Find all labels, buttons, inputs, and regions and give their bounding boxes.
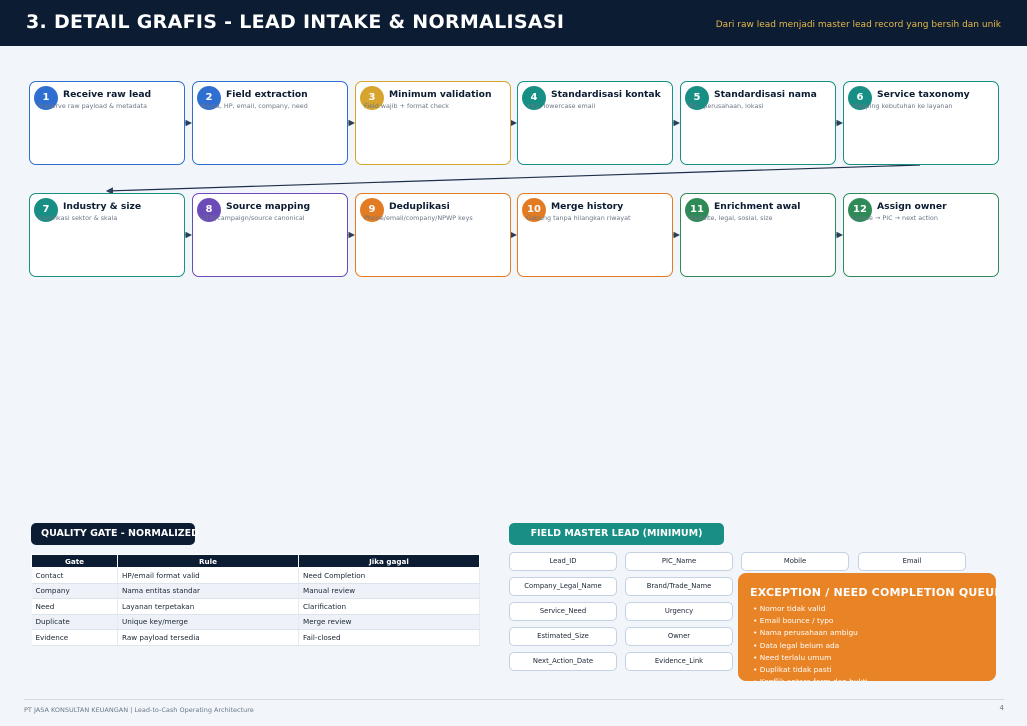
step-title: Receive raw lead xyxy=(63,89,152,100)
step-description: Gabung tanpa hilangkan riwayat xyxy=(526,214,631,222)
step-title: Merge history xyxy=(551,201,624,212)
cell-gate: Evidence xyxy=(31,629,118,646)
cell-fail: Clarification xyxy=(298,598,480,615)
step-title: Field extraction xyxy=(226,89,308,100)
step-card: 3 Minimum validation Field wajib + format … xyxy=(355,81,511,165)
step-card: 9 Deduplikasi Phone/email/company/NPWP key… xyxy=(355,193,511,277)
step-description: UTM/campaign/source canonical xyxy=(201,214,305,222)
field-chip: Company_Legal_Name xyxy=(509,577,617,596)
table-row: Contact HP/email format valid Need Compl… xyxy=(31,567,480,584)
step-card: 2 Field extraction Nama, HP, email, compan… xyxy=(192,81,348,165)
quality-gate-table: Gate Rule Jika gagal Contact HP/email fo… xyxy=(31,554,480,646)
table-row: Company Nama entitas standar Manual revi… xyxy=(31,583,480,599)
step-card: 7 Industry & size Klasifikasi sektor & ska… xyxy=(29,193,185,277)
cell-rule: Raw payload tersedia xyxy=(117,629,299,646)
header-fail: Jika gagal xyxy=(298,554,480,568)
exception-item-text: Duplikat tidak pasti xyxy=(759,665,832,675)
exception-item: • Data legal belum ada xyxy=(753,640,840,650)
field-chip: Next_Action_Date xyxy=(509,652,617,671)
step-title: Industry & size xyxy=(63,201,142,212)
field-chip: Evidence_Link xyxy=(625,652,733,671)
field-chip: Service_Need xyxy=(509,602,617,621)
table-row: Duplicate Unique key/merge Merge review xyxy=(31,614,480,630)
step-title: Service taxonomy xyxy=(877,89,970,100)
field-master-title: FIELD MASTER LEAD (MINIMUM) xyxy=(509,523,724,545)
exception-list: • Nomor tidak valid • Email bounce / typo… xyxy=(753,603,868,681)
step-card: 1 Receive raw lead Preserve raw payload & … xyxy=(29,81,185,165)
field-chip: Brand/Trade_Name xyxy=(625,577,733,596)
step-card: 5 Standardisasi nama PIC, perusahaan, loka… xyxy=(680,81,836,165)
field-chip: Lead_ID xyxy=(509,552,617,571)
step-card: 10 Merge history Gabung tanpa hilangkan ri… xyxy=(517,193,673,277)
step-card: 12 Assign owner Queue → PIC → next action xyxy=(843,193,999,277)
step-description: Preserve raw payload & metadata xyxy=(38,102,148,110)
cell-gate: Company xyxy=(31,583,118,599)
exception-title: EXCEPTION / NEED COMPLETION QUEUE xyxy=(750,586,996,599)
exception-item: • Email bounce / typo xyxy=(753,616,834,626)
table-row: Evidence Raw payload tersedia Fail-close… xyxy=(31,629,480,646)
step-title: Enrichment awal xyxy=(714,201,801,212)
step-title: Deduplikasi xyxy=(389,201,450,212)
step-title: Source mapping xyxy=(226,201,311,212)
exception-item: • Need terlalu umum xyxy=(753,652,832,662)
field-chip: Urgency xyxy=(625,602,733,621)
step-title: Standardisasi nama xyxy=(714,89,817,100)
header-rule: Rule xyxy=(117,554,299,568)
step-title: Standardisasi kontak xyxy=(551,89,661,100)
step-description: +62, lowercase email xyxy=(526,102,596,110)
cell-gate: Duplicate xyxy=(31,614,118,630)
exception-item-text: Konflik antara form dan bukti xyxy=(760,677,868,681)
step-description: Queue → PIC → next action xyxy=(852,214,938,222)
step-description: Nama, HP, email, company, need xyxy=(201,102,308,110)
cell-fail: Manual review xyxy=(298,583,480,599)
quality-gate-header-row: Gate Rule Jika gagal xyxy=(31,554,480,568)
flow-arrow xyxy=(105,164,921,195)
cell-gate: Need xyxy=(31,598,118,615)
table-row: Need Layanan terpetakan Clarification xyxy=(31,598,480,615)
cell-fail: Merge review xyxy=(298,614,480,630)
step-description: Klasifikasi sektor & skala xyxy=(38,214,118,222)
page-number: 4 xyxy=(999,704,1004,712)
step-card: 6 Service taxonomy Mapping kebutuhan ke la… xyxy=(843,81,999,165)
step-title: Minimum validation xyxy=(389,89,492,100)
footer-divider xyxy=(24,699,1004,700)
cell-gate: Contact xyxy=(31,567,118,584)
field-chip: Owner xyxy=(625,627,733,646)
cell-fail: Fail-closed xyxy=(298,629,480,646)
field-chip: Email xyxy=(858,552,966,571)
exception-queue: EXCEPTION / NEED COMPLETION QUEUE • Nomo… xyxy=(738,573,996,681)
step-description: PIC, perusahaan, lokasi xyxy=(689,102,764,110)
exception-item: • Nama perusahaan ambigu xyxy=(753,628,858,638)
step-description: Field wajib + format check xyxy=(364,102,450,110)
exception-item-text: Nomor tidak valid xyxy=(759,604,826,613)
field-chip: PIC_Name xyxy=(625,552,733,571)
cell-rule: HP/email format valid xyxy=(117,567,299,584)
field-chip: Estimated_Size xyxy=(509,627,617,646)
step-card: 11 Enrichment awal Website, legal, sosial,… xyxy=(680,193,836,277)
cell-rule: Nama entitas standar xyxy=(117,583,299,599)
step-card: 8 Source mapping UTM/campaign/source canon… xyxy=(192,193,348,277)
step-description: Phone/email/company/NPWP keys xyxy=(364,214,473,222)
exception-item: • Duplikat tidak pasti xyxy=(753,665,832,675)
exception-item: • Konflik antara form dan bukti xyxy=(753,676,868,681)
footer-text: PT JASA KONSULTAN KEUANGAN | Lead-to-Cas… xyxy=(24,706,254,714)
cell-rule: Unique key/merge xyxy=(117,614,299,630)
cell-rule: Layanan terpetakan xyxy=(117,598,299,615)
exception-item-text: Email bounce / typo xyxy=(759,616,834,626)
cell-fail: Need Completion xyxy=(298,567,480,584)
step-description: Mapping kebutuhan ke layanan xyxy=(852,102,953,110)
quality-gate-title: QUALITY GATE - NORMALIZED xyxy=(31,523,199,545)
header-gate: Gate xyxy=(31,554,118,568)
exception-item-text: Nama perusahaan ambigu xyxy=(759,628,858,638)
exception-item-text: Need terlalu umum xyxy=(759,652,832,662)
field-chip: Mobile xyxy=(741,552,849,571)
exception-item-text: Data legal belum ada xyxy=(759,640,840,650)
step-description: Website, legal, sosial, size xyxy=(689,214,773,222)
step-card: 4 Standardisasi kontak +62, lowercase emai… xyxy=(517,81,673,165)
step-title: Assign owner xyxy=(877,201,947,212)
exception-item: • Nomor tidak valid xyxy=(753,604,826,613)
